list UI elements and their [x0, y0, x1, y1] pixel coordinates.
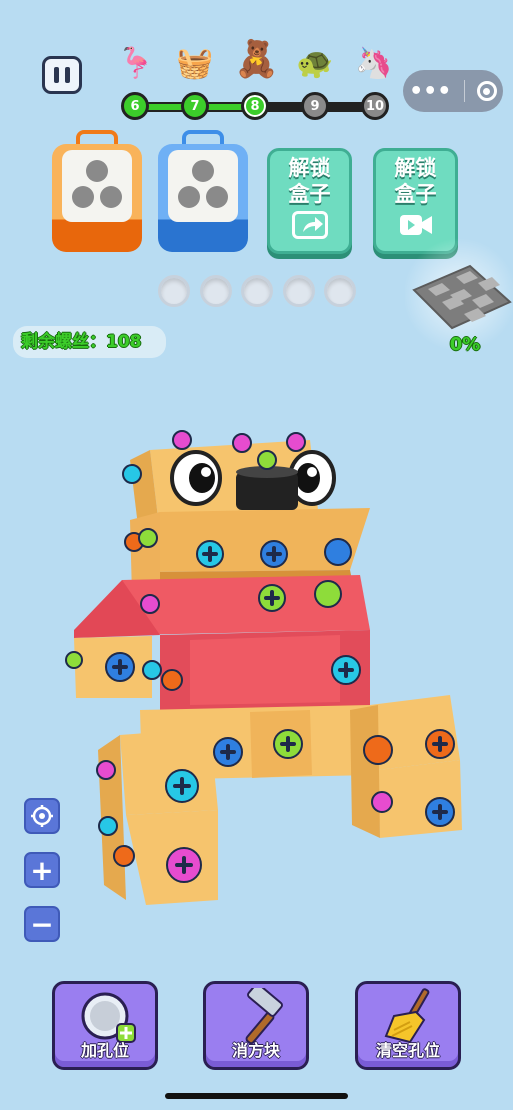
add-hole-button[interactable]: 加孔位 [52, 981, 158, 1070]
flamingo-icon: 🦩 [117, 46, 155, 81]
screw-box-orange [52, 130, 142, 252]
add-hole-icon [81, 992, 136, 1043]
target-icon[interactable] [476, 81, 497, 101]
flower-basket-icon: 🧺 [176, 46, 214, 81]
screw-hole [158, 275, 190, 307]
screw-hole [200, 275, 232, 307]
turtle-icon: 🐢 [296, 46, 334, 81]
progress-percent: 0% [449, 334, 481, 355]
unlock-box-share-button[interactable]: 解锁 盒子 [267, 148, 352, 254]
remove-block-button[interactable]: 消方块 [203, 981, 309, 1070]
more-button[interactable]: ••• [409, 79, 451, 104]
zoom-out-button[interactable]: − [24, 906, 60, 942]
zoom-out-icon: − [30, 907, 54, 941]
level-node-9: 9 [301, 92, 329, 120]
level-node-10: 10 [361, 92, 389, 120]
pause-button[interactable] [42, 56, 82, 94]
locate-icon [31, 805, 53, 827]
locate-button[interactable] [24, 798, 60, 834]
mini-program-capsule: ••• [403, 70, 503, 112]
puzzle-model[interactable] [60, 430, 470, 910]
zoom-in-button[interactable]: + [24, 852, 60, 888]
clear-holes-button[interactable]: 清空孔位 [355, 981, 461, 1070]
screw-box-blue [158, 130, 248, 252]
share-icon [291, 211, 328, 239]
level-node-7: 7 [181, 92, 209, 120]
pause-icon [54, 67, 59, 83]
level-node-6: 6 [121, 92, 149, 120]
screw-hole [241, 275, 273, 307]
screw-hole [324, 275, 356, 307]
screw-hole [283, 275, 315, 307]
zoom-in-icon: + [30, 853, 54, 887]
remaining-screws: 剩余螺丝：108 [13, 326, 166, 358]
floor-tile-icon [412, 264, 512, 330]
home-indicator [165, 1093, 348, 1099]
level-node-8: 8 [241, 92, 269, 120]
teddy-bear-icon: 🧸 [234, 39, 279, 80]
unicorn-icon: 🦄 [355, 46, 393, 81]
